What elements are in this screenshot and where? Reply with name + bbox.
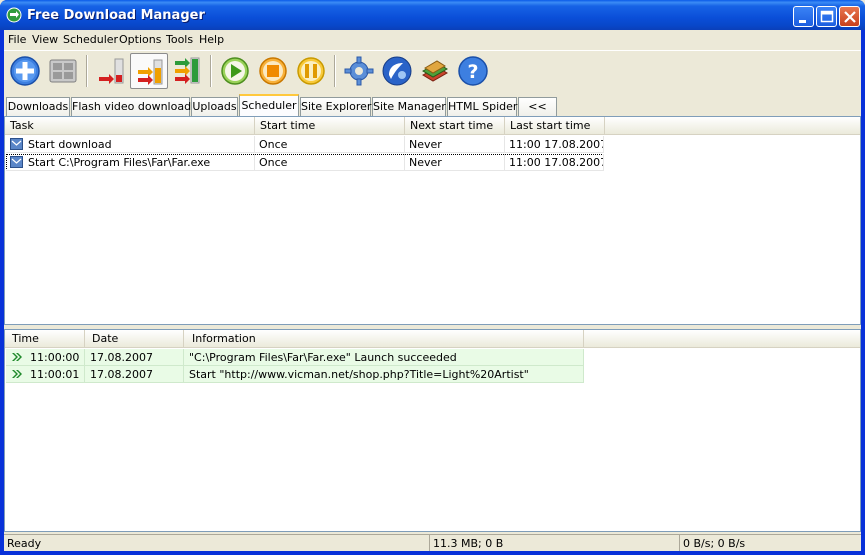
- column-next-start-time[interactable]: Next start time: [405, 117, 505, 134]
- menu-bar: File View Scheduler Options Tools Help: [4, 30, 861, 50]
- window-title: Free Download Manager: [27, 8, 205, 23]
- traffic-low-icon: [99, 58, 124, 84]
- tab-uploads[interactable]: Uploads: [191, 97, 238, 116]
- log-info-cell: Start "http://www.vicman.net/shop.php?Ti…: [184, 366, 584, 383]
- help-icon: ?: [458, 56, 488, 86]
- help-button[interactable]: ?: [454, 53, 492, 89]
- double-arrow-icon: [12, 370, 22, 378]
- column-time[interactable]: Time: [5, 330, 85, 347]
- settings-button[interactable]: [340, 53, 378, 89]
- add-download-button[interactable]: [6, 53, 44, 89]
- last-start-time-cell: 11:00 17.08.2007: [505, 154, 604, 171]
- tab-scheduler[interactable]: Scheduler: [239, 94, 299, 116]
- log-date-cell: 17.08.2007: [85, 349, 184, 366]
- status-bar: Ready 11.3 MB; 0 B 0 B/s; 0 B/s: [4, 532, 861, 551]
- tab-site-manager[interactable]: Site Manager: [372, 97, 446, 116]
- task-icon: [10, 156, 23, 168]
- tab-flash-video-downloads[interactable]: Flash video downloads: [71, 97, 197, 116]
- next-start-time-cell: Never: [405, 154, 505, 171]
- stop-all-button[interactable]: [254, 53, 292, 89]
- close-icon: [844, 11, 856, 23]
- traffic-medium-button[interactable]: [130, 53, 168, 89]
- toolbar-separator: [334, 55, 336, 87]
- tab-downloads[interactable]: Downloads: [6, 97, 70, 116]
- log-row[interactable]: 11:00:01 17.08.2007 Start "http://www.vi…: [6, 366, 584, 383]
- start-all-icon: [221, 57, 249, 85]
- app-logo-icon: [6, 7, 22, 23]
- toolbar-separator: [210, 55, 212, 87]
- column-task[interactable]: Task: [5, 117, 255, 134]
- close-button[interactable]: [839, 6, 860, 27]
- log-time-cell: 11:00:00: [6, 349, 85, 366]
- menu-file[interactable]: File: [8, 33, 26, 46]
- pause-all-icon: [297, 57, 325, 85]
- stop-all-icon: [259, 57, 287, 85]
- task-icon: [10, 138, 23, 150]
- log-time: 11:00:01: [30, 368, 80, 381]
- scheduler-log: Time Date Information 11:00:00 17.08.200…: [4, 329, 861, 532]
- menu-scheduler[interactable]: Scheduler: [63, 33, 118, 46]
- log-time: 11:00:00: [30, 351, 80, 364]
- log-header: Time Date Information: [5, 330, 860, 348]
- app-window: Free Download Manager File View Schedule…: [0, 0, 865, 555]
- pause-all-button[interactable]: [292, 53, 330, 89]
- scheduler-task-list: Task Start time Next start time Last sta…: [4, 116, 861, 325]
- books-icon: [422, 60, 448, 82]
- log-time-cell: 11:00:01: [6, 366, 85, 383]
- client-area: File View Scheduler Options Tools Help ?…: [4, 30, 861, 551]
- toolbar: ?: [4, 50, 861, 92]
- minimize-icon: [799, 20, 806, 23]
- last-start-time-cell: 11:00 17.08.2007: [505, 136, 604, 153]
- grid-view-button[interactable]: [44, 53, 82, 89]
- log-info-cell: "C:\Program Files\Far\Far.exe" Launch su…: [184, 349, 584, 366]
- column-information[interactable]: Information: [184, 330, 584, 347]
- column-date[interactable]: Date: [85, 330, 184, 347]
- toolbar-separator: [86, 55, 88, 87]
- start-time-cell: Once: [255, 154, 405, 171]
- traffic-high-button[interactable]: [168, 53, 206, 89]
- grid-view-icon: [49, 59, 77, 83]
- menu-help[interactable]: Help: [199, 33, 224, 46]
- menu-view[interactable]: View: [32, 33, 58, 46]
- menu-options[interactable]: Options: [119, 33, 161, 46]
- traffic-high-icon: [175, 57, 200, 84]
- traffic-low-button[interactable]: [92, 53, 130, 89]
- status-speed: 0 B/s; 0 B/s: [679, 534, 861, 551]
- maximize-icon: [820, 10, 834, 23]
- community-icon: [382, 56, 412, 86]
- task-list-header: Task Start time Next start time Last sta…: [5, 117, 860, 135]
- double-arrow-icon: [12, 353, 22, 361]
- status-size: 11.3 MB; 0 B: [429, 534, 679, 551]
- task-name: Start download: [28, 138, 112, 151]
- task-name-cell: Start download: [6, 136, 255, 153]
- add-download-icon: [10, 56, 40, 86]
- tab-scroll-left[interactable]: <<: [518, 97, 557, 116]
- minimize-button[interactable]: [793, 6, 814, 27]
- table-row[interactable]: Start download Once Never 11:00 17.08.20…: [6, 136, 604, 153]
- next-start-time-cell: Never: [405, 136, 505, 153]
- task-name-cell: Start C:\Program Files\Far\Far.exe: [6, 154, 255, 171]
- start-all-button[interactable]: [216, 53, 254, 89]
- svg-text:?: ?: [467, 61, 478, 83]
- books-button[interactable]: [416, 53, 454, 89]
- tab-html-spider[interactable]: HTML Spider: [447, 97, 517, 116]
- status-text: Ready: [4, 534, 429, 551]
- log-row[interactable]: 11:00:00 17.08.2007 "C:\Program Files\Fa…: [6, 349, 584, 366]
- task-name: Start C:\Program Files\Far\Far.exe: [28, 156, 211, 169]
- maximize-button[interactable]: [816, 6, 837, 27]
- traffic-medium-icon: [138, 59, 163, 85]
- tab-site-explorer[interactable]: Site Explorer: [300, 97, 371, 116]
- settings-icon: [344, 56, 374, 86]
- community-button[interactable]: [378, 53, 416, 89]
- log-date-cell: 17.08.2007: [85, 366, 184, 383]
- start-time-cell: Once: [255, 136, 405, 153]
- table-row[interactable]: Start C:\Program Files\Far\Far.exe Once …: [6, 154, 604, 171]
- title-bar[interactable]: Free Download Manager: [0, 0, 865, 30]
- tab-strip: Downloads Flash video downloads Uploads …: [4, 94, 861, 116]
- column-start-time[interactable]: Start time: [255, 117, 405, 134]
- column-last-start-time[interactable]: Last start time: [505, 117, 605, 134]
- menu-tools[interactable]: Tools: [166, 33, 193, 46]
